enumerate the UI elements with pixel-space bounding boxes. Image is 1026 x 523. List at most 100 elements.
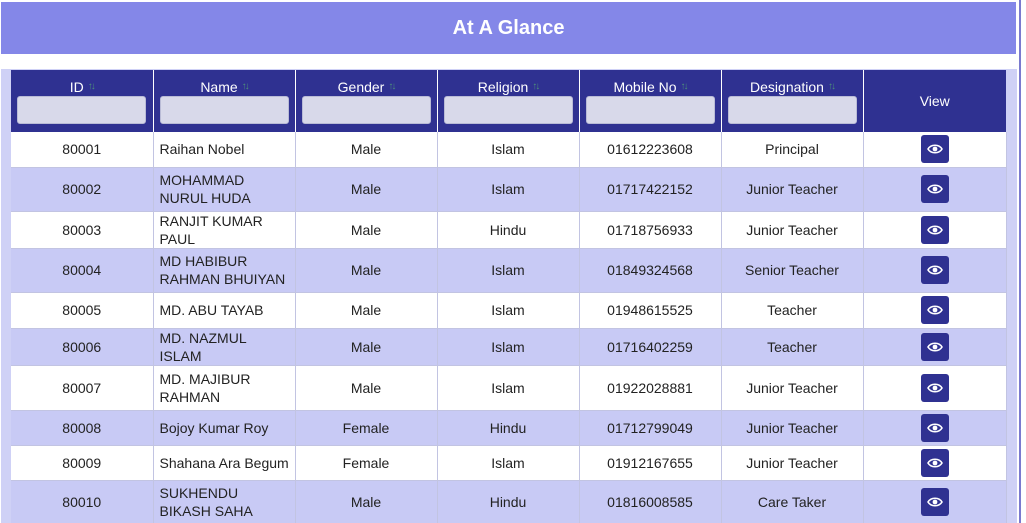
cell-designation: Teacher — [721, 292, 864, 329]
cell-id: 80004 — [11, 248, 154, 293]
cell-religion: Hindu — [437, 410, 580, 446]
column-header-view: View — [863, 70, 1006, 132]
table-row: 80002 MOHAMMAD NURUL HUDA Male Islam 0171742… — [11, 167, 1007, 212]
cell-view — [863, 248, 1007, 293]
cell-gender: Female — [295, 445, 438, 481]
cell-name: MD. NAZMUL ISLAM — [153, 328, 296, 366]
cell-view — [863, 410, 1007, 446]
cell-religion: Islam — [437, 132, 580, 168]
eye-icon — [926, 382, 943, 394]
view-button[interactable] — [920, 256, 949, 284]
cell-name: MD HABIBUR RAHMAN BHUIYAN — [153, 248, 296, 293]
cell-name: MOHAMMAD NURUL HUDA — [153, 167, 296, 212]
eye-icon — [926, 224, 943, 236]
cell-designation: Care Taker — [721, 480, 864, 523]
table-row: 80004 MD HABIBUR RAHMAN BHUIYAN Male Islam 0… — [11, 248, 1007, 293]
table-row: 80001 Raihan Nobel Male Islam 01612223608 Pri… — [11, 132, 1007, 168]
cell-mobile: 01922028881 — [579, 365, 722, 411]
eye-icon — [926, 457, 943, 469]
table-body: 80001 Raihan Nobel Male Islam 01612223608 Pri… — [11, 132, 1007, 523]
eye-icon — [926, 496, 943, 508]
column-label: View — [919, 93, 950, 109]
cell-mobile: 01612223608 — [579, 132, 722, 168]
view-button[interactable] — [920, 373, 949, 402]
cell-designation: Junior Teacher — [721, 211, 864, 249]
cell-name: Raihan Nobel — [153, 132, 296, 168]
table-row: 80005 MD. ABU TAYAB Male Islam 01948615525 Te… — [11, 292, 1007, 329]
cell-name: SUKHENDU BIKASH SAHA — [153, 480, 296, 523]
view-button[interactable] — [920, 135, 949, 164]
sort-arrows-icon[interactable]: ↑↓ — [828, 82, 836, 92]
sort-arrows-icon[interactable]: ↑↓ — [88, 82, 96, 92]
cell-id: 80010 — [11, 480, 154, 523]
cell-gender: Male — [295, 328, 438, 366]
cell-name: Shahana Ara Begum — [153, 445, 296, 481]
cell-designation: Junior Teacher — [721, 410, 864, 446]
filter-id-input[interactable] — [17, 96, 147, 124]
eye-icon — [926, 143, 943, 155]
eye-icon — [926, 341, 943, 353]
cell-view — [863, 211, 1007, 249]
scrollbar-edge — [1019, 0, 1026, 523]
column-header-gender[interactable]: Gender ↑↓ — [295, 70, 438, 132]
sort-arrows-icon[interactable]: ↑↓ — [681, 82, 689, 92]
filter-religion-input[interactable] — [443, 96, 573, 124]
cell-designation: Junior Teacher — [721, 365, 864, 411]
sort-arrows-icon[interactable]: ↑↓ — [242, 82, 250, 92]
cell-view — [863, 167, 1007, 212]
column-label: Name — [200, 79, 238, 95]
column-header-designation[interactable]: Designation ↑↓ — [721, 70, 864, 132]
cell-view — [863, 292, 1007, 329]
view-button[interactable] — [920, 413, 949, 442]
sort-arrows-icon[interactable]: ↑↓ — [532, 82, 540, 92]
eye-icon — [926, 264, 943, 276]
cell-designation: Junior Teacher — [721, 445, 864, 481]
view-button[interactable] — [920, 332, 949, 361]
cell-gender: Male — [295, 167, 438, 212]
view-button[interactable] — [920, 296, 949, 324]
cell-mobile: 01948615525 — [579, 292, 722, 329]
view-button[interactable] — [920, 448, 949, 477]
cell-mobile: 01816008585 — [579, 480, 722, 523]
view-button[interactable] — [920, 215, 949, 244]
cell-religion: Hindu — [437, 480, 580, 523]
view-button[interactable] — [920, 488, 949, 516]
cell-mobile: 01718756933 — [579, 211, 722, 249]
filter-name-input[interactable] — [159, 96, 289, 124]
cell-designation: Junior Teacher — [721, 167, 864, 212]
column-header-religion[interactable]: Religion ↑↓ — [437, 70, 580, 132]
column-header-id[interactable]: ID ↑↓ — [11, 70, 154, 132]
cell-view — [863, 480, 1007, 523]
column-header-name[interactable]: Name ↑↓ — [153, 70, 296, 132]
filter-designation-input[interactable] — [727, 96, 857, 124]
cell-id: 80009 — [11, 445, 154, 481]
cell-gender: Male — [295, 132, 438, 168]
eye-icon — [926, 304, 943, 316]
cell-name: Bojoy Kumar Roy — [153, 410, 296, 446]
eye-icon — [926, 422, 943, 434]
cell-view — [863, 132, 1007, 168]
cell-religion: Islam — [437, 292, 580, 329]
sort-arrows-icon[interactable]: ↑↓ — [388, 82, 396, 92]
cell-gender: Female — [295, 410, 438, 446]
table-row: 80006 MD. NAZMUL ISLAM Male Islam 0171640225… — [11, 328, 1007, 366]
cell-gender: Male — [295, 292, 438, 329]
filter-gender-input[interactable] — [301, 96, 431, 124]
cell-name: MD. MAJIBUR RAHMAN — [153, 365, 296, 411]
cell-mobile: 01712799049 — [579, 410, 722, 446]
table-row: 80009 Shahana Ara Begum Female Islam 0191216… — [11, 445, 1007, 481]
cell-view — [863, 445, 1007, 481]
cell-gender: Male — [295, 248, 438, 293]
cell-id: 80001 — [11, 132, 154, 168]
column-header-mobile[interactable]: Mobile No ↑↓ — [579, 70, 722, 132]
page-banner: At A Glance — [1, 2, 1016, 54]
view-button[interactable] — [920, 175, 949, 203]
cell-id: 80002 — [11, 167, 154, 212]
cell-mobile: 01716402259 — [579, 328, 722, 366]
page-title: At A Glance — [452, 16, 565, 39]
cell-religion: Islam — [437, 167, 580, 212]
column-label: Gender — [337, 79, 385, 95]
cell-mobile: 01717422152 — [579, 167, 722, 212]
filter-mobile-input[interactable] — [585, 96, 715, 124]
cell-id: 80007 — [11, 365, 154, 411]
